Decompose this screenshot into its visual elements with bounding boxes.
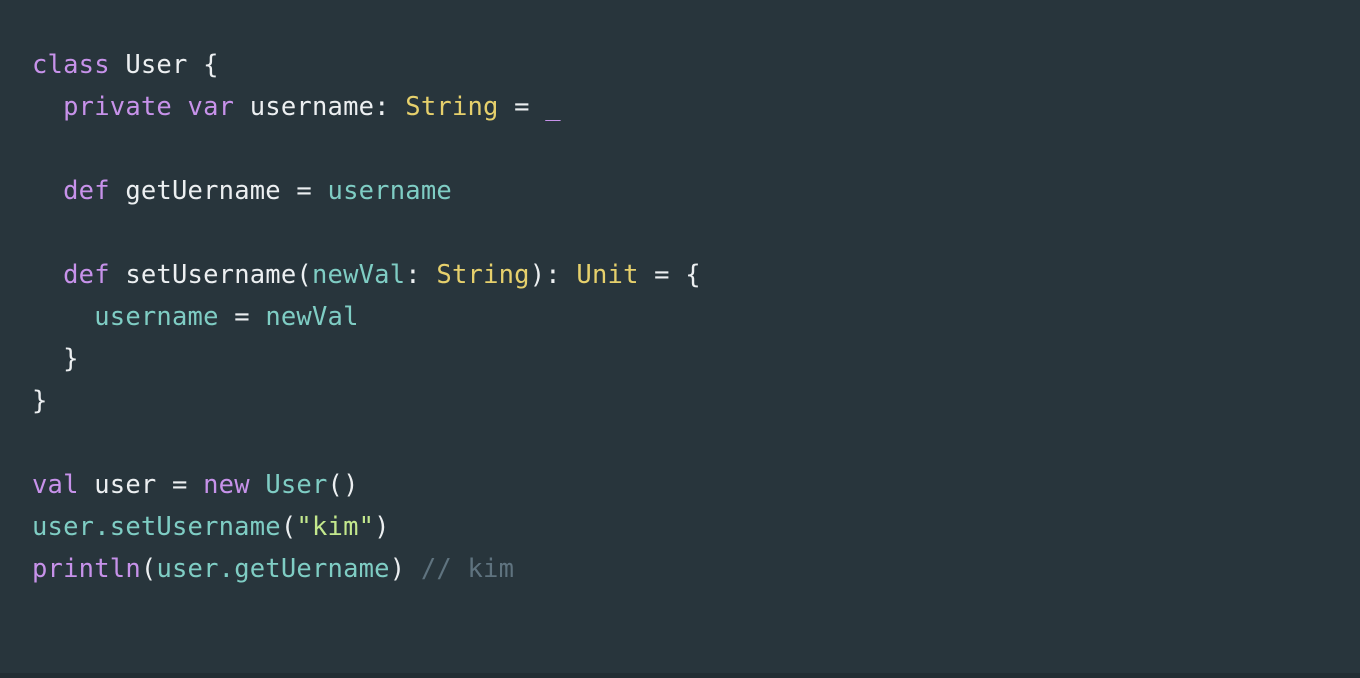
code-token-kw: println — [32, 554, 141, 584]
code-token-plain: = — [234, 302, 266, 332]
code-token-kw: def — [63, 176, 126, 206]
code-line: val user = new User() — [32, 464, 1360, 506]
code-token-kw: def — [63, 260, 126, 290]
code-token-plain: () — [327, 470, 359, 500]
code-line: } — [32, 380, 1360, 422]
code-token-plain: : — [405, 260, 437, 290]
code-token-plain: = — [514, 92, 546, 122]
code-token-plain: user = — [94, 470, 204, 500]
code-token-plain: = { — [654, 260, 701, 290]
code-block: class User { private var username: Strin… — [0, 0, 1360, 678]
code-line: private var username: String = _ — [32, 86, 1360, 128]
code-token-plain: getUername = — [125, 176, 328, 206]
code-token-plain: setUsername( — [125, 260, 312, 290]
code-line: class User { — [32, 44, 1360, 86]
code-token-type: Unit — [576, 260, 655, 290]
code-token-plain: ): — [529, 260, 577, 290]
code-token-plain: ) — [389, 554, 421, 584]
code-token-plain: } — [32, 386, 48, 416]
code-token-ident: newVal — [265, 302, 359, 332]
code-token-kw: private var — [63, 92, 250, 122]
code-token-plain: } — [63, 344, 79, 374]
code-token-ident: user.setUsername — [32, 512, 281, 542]
code-token-ident: newVal — [311, 260, 406, 290]
code-token-plain: username: — [249, 92, 406, 122]
code-line: user.setUsername("kim") — [32, 506, 1360, 548]
code-token-ident: user.getUername — [156, 554, 390, 584]
code-token-type: String — [405, 92, 515, 122]
code-token-ident: username — [327, 176, 452, 206]
code-token-kw: class — [32, 50, 126, 80]
code-line: username = newVal — [32, 296, 1360, 338]
code-token-kw: _ — [545, 92, 561, 122]
code-token-plain: ( — [280, 512, 297, 542]
code-token-type: String — [436, 260, 530, 290]
code-token-kw: new — [203, 470, 266, 500]
code-token-plain: ) — [374, 512, 390, 542]
code-line: println(user.getUername) // kim — [32, 548, 1360, 590]
code-token-ident: User — [265, 470, 328, 500]
code-line: } — [32, 338, 1360, 380]
code-line: def setUsername(newVal: String): Unit = … — [32, 254, 1360, 296]
code-token-plain: User { — [125, 50, 219, 80]
code-lines: class User { private var username: Strin… — [32, 44, 1360, 590]
code-token-ident: username — [94, 302, 235, 332]
code-token-string: "kim" — [296, 512, 375, 542]
code-token-kw: val — [32, 470, 95, 500]
code-token-plain: ( — [140, 554, 157, 584]
code-line: def getUername = username — [32, 170, 1360, 212]
code-token-comment: // kim — [420, 554, 515, 584]
